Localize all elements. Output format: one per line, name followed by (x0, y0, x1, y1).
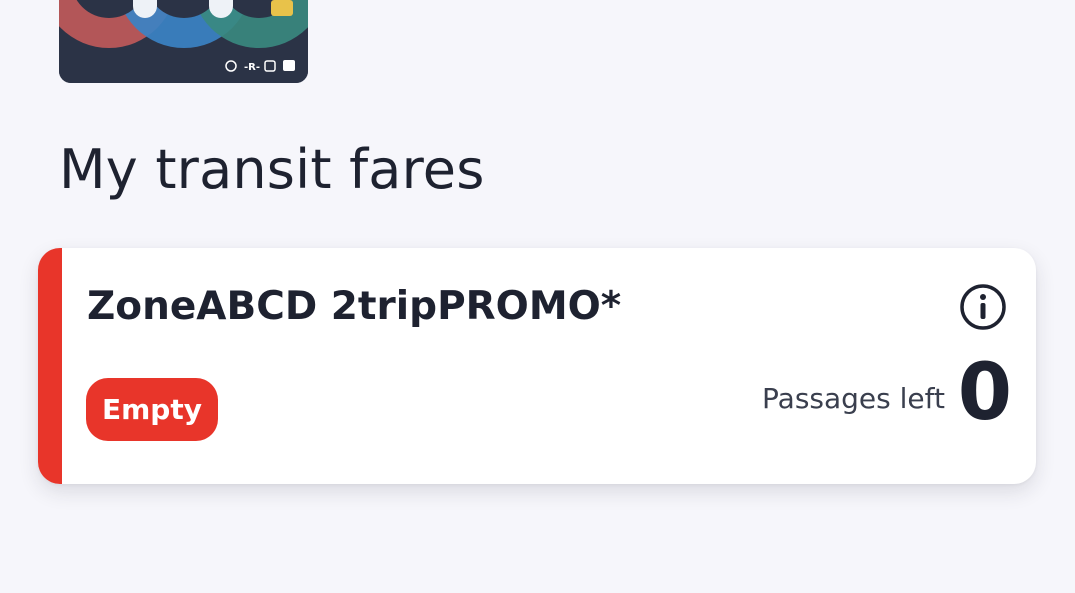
passages-left-label: Passages left (762, 382, 945, 415)
info-icon[interactable] (958, 282, 1008, 332)
chip-icon (271, 0, 293, 16)
bus-icon (283, 60, 295, 71)
page-title: My transit fares (59, 138, 485, 201)
fare-name: ZoneABCD 2tripPROMO* (87, 284, 622, 329)
transit-card-artwork: -R- (59, 0, 308, 83)
fare-card[interactable]: ZoneABCD 2tripPROMO* Empty Passages left… (38, 248, 1036, 484)
page: -R- My transit fares ZoneABCD 2tripPROMO… (0, 0, 1075, 593)
train-icon: -R- (244, 62, 260, 73)
passages-left-count: 0 (957, 348, 1012, 438)
status-accent-bar (38, 248, 62, 484)
status-badge: Empty (86, 378, 218, 441)
transit-card-image[interactable]: -R- (59, 0, 308, 83)
